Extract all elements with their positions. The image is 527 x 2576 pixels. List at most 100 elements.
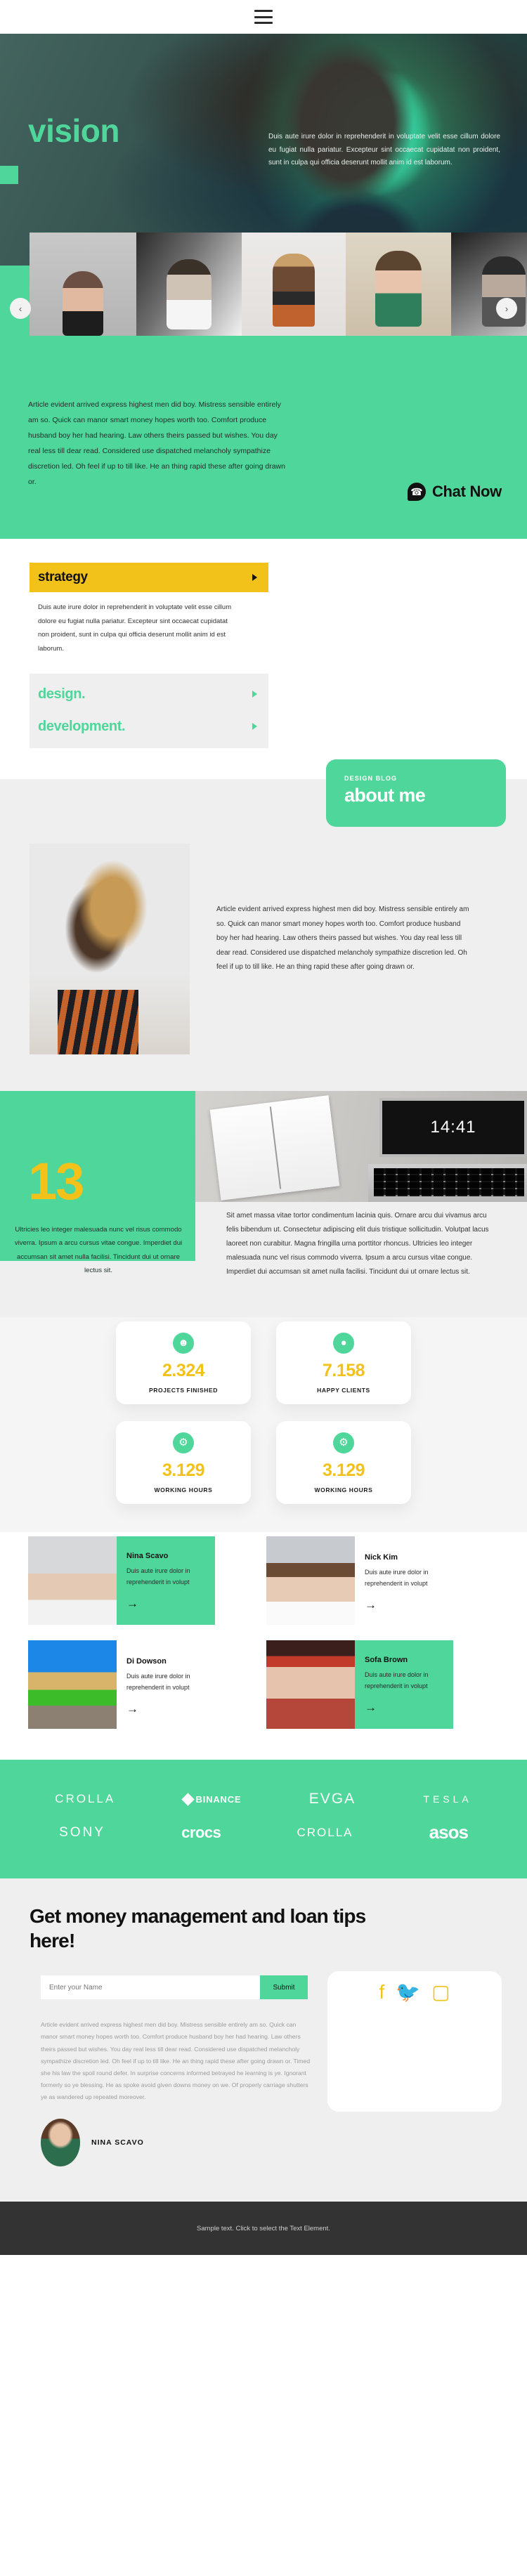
brand-logo-binance: BINANCE [181, 1792, 242, 1806]
team-section: Nina Scavo Duis aute irure dolor in repr… [0, 1532, 527, 1760]
team-name: Di Dowson [126, 1657, 167, 1666]
arrow-right-icon[interactable]: → [126, 1597, 205, 1611]
stat-card: ⚙ 3.129 WORKING HOURS [116, 1421, 251, 1505]
team-description: Duis aute irure dolor in reprehenderit i… [365, 1671, 429, 1689]
brand-logo-crocs: crocs [181, 1823, 221, 1841]
team-photo [28, 1640, 117, 1730]
arrow-right-icon[interactable]: → [126, 1702, 205, 1716]
intro-paragraph: Article evident arrived express highest … [28, 400, 285, 487]
brand-row: SONY crocs CROLLA asos [0, 1815, 527, 1850]
accordion-title: strategy [38, 570, 88, 585]
stat-label: PROJECTS FINISHED [148, 1386, 219, 1394]
name-input[interactable] [41, 1975, 260, 2000]
gallery-carousel: ‹ › [0, 233, 527, 367]
chat-now-label: Chat Now [431, 483, 502, 501]
team-description: Duis aute irure dolor in reprehenderit i… [126, 1567, 190, 1586]
brand-logo-asos: asos [429, 1822, 469, 1843]
site-header [0, 0, 527, 34]
stat-value: 2.324 [162, 1360, 205, 1380]
accordion-title: development. [38, 718, 126, 734]
stat-value: 3.129 [322, 1460, 365, 1480]
chat-now-button[interactable]: ☎ Chat Now [407, 483, 502, 502]
team-name: Sofa Brown [365, 1656, 408, 1665]
chevron-right-icon [252, 691, 257, 698]
carousel-prev-icon[interactable]: ‹ [10, 298, 31, 319]
team-info: Nick Kim Duis aute irure dolor in repreh… [355, 1536, 453, 1625]
stat-value: 7.158 [322, 1360, 365, 1380]
hero-accent-square [0, 166, 18, 184]
team-card[interactable]: Sofa Brown Duis aute irure dolor in repr… [266, 1640, 499, 1730]
chevron-right-icon [252, 723, 257, 731]
twitter-icon[interactable]: 🐦 [396, 1982, 420, 2002]
team-card[interactable]: Nick Kim Duis aute irure dolor in repreh… [266, 1536, 499, 1626]
newsletter-author: NINA SCAVO [41, 2119, 527, 2167]
accordion-wrapper: strategy Duis aute irure dolor in repreh… [30, 563, 268, 749]
carousel-slide[interactable] [136, 233, 242, 336]
newsletter-heading: Get money management and loan tips here! [30, 1905, 366, 1952]
laptop-keyboard [368, 1164, 527, 1203]
binance-diamond-icon [181, 1792, 195, 1806]
brand-logo-evga: EVGA [308, 1791, 356, 1807]
team-grid: Nina Scavo Duis aute irure dolor in repr… [28, 1536, 499, 1730]
stat-label: WORKING HOURS [154, 1486, 213, 1493]
map-pin-icon: ● [333, 1332, 354, 1354]
avatar [41, 2119, 80, 2167]
team-info: Sofa Brown Duis aute irure dolor in repr… [355, 1640, 453, 1730]
arrow-right-icon[interactable]: → [365, 1701, 443, 1715]
hero-paragraph: Duis aute irure dolor in reprehenderit i… [268, 133, 500, 166]
team-photo [266, 1536, 355, 1626]
team-card[interactable]: Di Dowson Duis aute irure dolor in repre… [28, 1640, 261, 1730]
carousel-slide[interactable] [30, 233, 136, 336]
burger-line [254, 22, 273, 24]
hero-title: vision [28, 112, 119, 149]
menu-toggle-icon[interactable] [254, 10, 273, 24]
gear-icon: ⚙ [333, 1432, 354, 1453]
gear-icon: ⚙ [173, 1432, 194, 1453]
accordion-item-development[interactable]: development. [30, 710, 268, 743]
team-card[interactable]: Nina Scavo Duis aute irure dolor in repr… [28, 1536, 261, 1626]
about-portrait-image [30, 844, 190, 1055]
intro-section: Article evident arrived express highest … [0, 367, 527, 540]
social-card: f 🐦 ▢ [327, 1971, 502, 2112]
facebook-icon[interactable]: f [379, 1982, 384, 2002]
carousel-slide[interactable] [346, 233, 451, 336]
burger-line [254, 15, 273, 18]
highlight-number-section: 13 Ultricies leo integer malesuada nunc … [0, 1091, 527, 1318]
stats-grid: ☻ 2.324 PROJECTS FINISHED ● 7.158 HAPPY … [108, 1321, 419, 1505]
brand-logo-sony: SONY [59, 1824, 105, 1840]
about-title: about me [344, 785, 426, 806]
newsletter-form: Submit [41, 1975, 308, 2000]
desk-photo: 14:41 [195, 1091, 527, 1203]
newsletter-body-text: Article evident arrived express highest … [41, 2021, 311, 2101]
brand-logo-tesla: TESLA [423, 1793, 472, 1805]
carousel-next-icon[interactable]: › [496, 298, 517, 319]
laptop-image: 14:41 [360, 1098, 527, 1203]
instagram-icon[interactable]: ▢ [431, 1982, 450, 2002]
submit-button[interactable]: Submit [260, 1975, 308, 2000]
team-description: Duis aute irure dolor in reprehenderit i… [126, 1673, 190, 1691]
chevron-right-icon [252, 574, 257, 582]
stats-section: ☻ 2.324 PROJECTS FINISHED ● 7.158 HAPPY … [0, 1317, 527, 1533]
accordion-item-strategy[interactable]: strategy [30, 563, 268, 593]
stat-value: 3.129 [162, 1460, 205, 1480]
about-paragraph: Article evident arrived express highest … [216, 905, 469, 972]
carousel-slide[interactable] [242, 233, 346, 336]
footer-text: Sample text. Click to select the Text El… [197, 2224, 330, 2232]
site-footer: Sample text. Click to select the Text El… [0, 2202, 527, 2256]
carousel-slide[interactable] [451, 233, 527, 336]
laptop-screen: 14:41 [379, 1098, 527, 1158]
brand-logo-crolla-2: CROLLA [297, 1825, 353, 1839]
stat-card: ● 7.158 HAPPY CLIENTS [276, 1321, 411, 1405]
accordion-item-design[interactable]: design. [30, 678, 268, 710]
about-section: DESIGN BLOG about me Article evident arr… [0, 759, 527, 1092]
arrow-right-icon[interactable]: → [365, 1598, 443, 1612]
about-badge: DESIGN BLOG about me [326, 759, 506, 828]
notebook-image [209, 1095, 340, 1201]
brand-row: CROLLA BINANCE EVGA TESLA [0, 1784, 527, 1815]
highlight-left-text: Ultricies leo integer malesuada nunc vel… [14, 1226, 183, 1274]
about-kicker: DESIGN BLOG [344, 775, 398, 783]
newsletter-section: Get money management and loan tips here!… [0, 1878, 527, 2202]
stat-card: ☻ 2.324 PROJECTS FINISHED [116, 1321, 251, 1405]
services-accordion: strategy Duis aute irure dolor in repreh… [0, 539, 527, 774]
highlight-number: 13 [28, 1152, 84, 1211]
